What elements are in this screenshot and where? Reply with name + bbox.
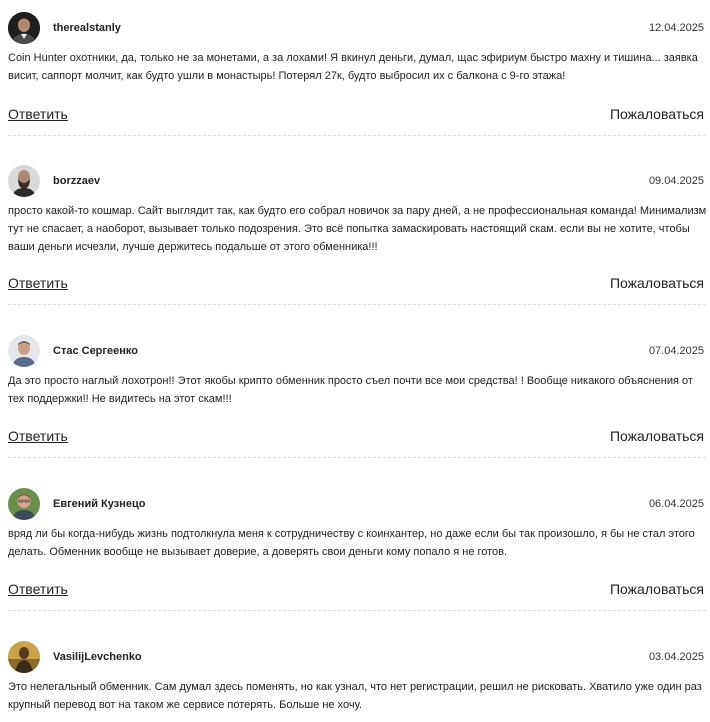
user-avatar-icon[interactable] bbox=[8, 641, 40, 673]
reply-button[interactable]: Ответить bbox=[8, 275, 68, 291]
comment-header: therealstanly 12.04.2025 bbox=[0, 12, 706, 46]
reply-button[interactable]: Ответить bbox=[8, 428, 68, 444]
comment-author: Евгений Кузнецо bbox=[53, 498, 146, 510]
comment-date: 03.04.2025 bbox=[648, 651, 704, 663]
reply-button[interactable]: Ответить bbox=[8, 106, 68, 122]
comment-author: VasilijLevchenko bbox=[53, 651, 142, 663]
comment-date: 07.04.2025 bbox=[648, 345, 704, 357]
comment-actions: Ответить Пожаловаться bbox=[8, 275, 706, 295]
user-avatar-icon[interactable] bbox=[8, 488, 40, 520]
comment-divider bbox=[8, 610, 706, 611]
comment-actions: Ответить Пожаловаться bbox=[8, 106, 706, 126]
comment-author: therealstanly bbox=[53, 22, 121, 34]
comment-date: 09.04.2025 bbox=[648, 175, 704, 187]
comment-text: просто какой-то кошмар. Сайт выглядит та… bbox=[8, 205, 707, 253]
comment-author: borzzaev bbox=[53, 175, 101, 187]
reply-button[interactable]: Ответить bbox=[8, 581, 68, 597]
comment-actions: Ответить Пожаловаться bbox=[8, 581, 706, 601]
comment-divider bbox=[8, 135, 706, 136]
comment-text: Coin Hunter охотники, да, только не за м… bbox=[8, 52, 698, 82]
report-button[interactable]: Пожаловаться bbox=[610, 428, 704, 444]
comment-text: вряд ли бы когда-нибудь жизнь подтолкнул… bbox=[8, 528, 695, 558]
report-button[interactable]: Пожаловаться bbox=[610, 581, 704, 597]
comment-header: borzzaev 09.04.2025 bbox=[0, 165, 706, 199]
report-button[interactable]: Пожаловаться bbox=[610, 275, 704, 291]
report-button[interactable]: Пожаловаться bbox=[610, 106, 704, 122]
comment-header: VasilijLevchenko 03.04.2025 bbox=[0, 641, 706, 675]
comment-text: Да это просто наглый лохотрон!! Этот яко… bbox=[8, 375, 693, 405]
comment-author: Стас Сергеенко bbox=[53, 345, 138, 357]
comment-divider bbox=[8, 457, 706, 458]
user-avatar-icon[interactable] bbox=[8, 335, 40, 367]
comment-date: 12.04.2025 bbox=[648, 22, 704, 34]
comment-header: Евгений Кузнецо 06.04.2025 bbox=[0, 488, 706, 522]
comment-divider bbox=[8, 304, 706, 305]
comment-actions: Ответить Пожаловаться bbox=[8, 428, 706, 448]
comment-date: 06.04.2025 bbox=[648, 498, 704, 510]
comment-header: Стас Сергеенко 07.04.2025 bbox=[0, 335, 706, 369]
user-avatar-icon[interactable] bbox=[8, 165, 40, 197]
user-avatar-icon[interactable] bbox=[8, 12, 40, 44]
comment-text: Это нелегальный обменник. Сам думал здес… bbox=[8, 681, 702, 711]
